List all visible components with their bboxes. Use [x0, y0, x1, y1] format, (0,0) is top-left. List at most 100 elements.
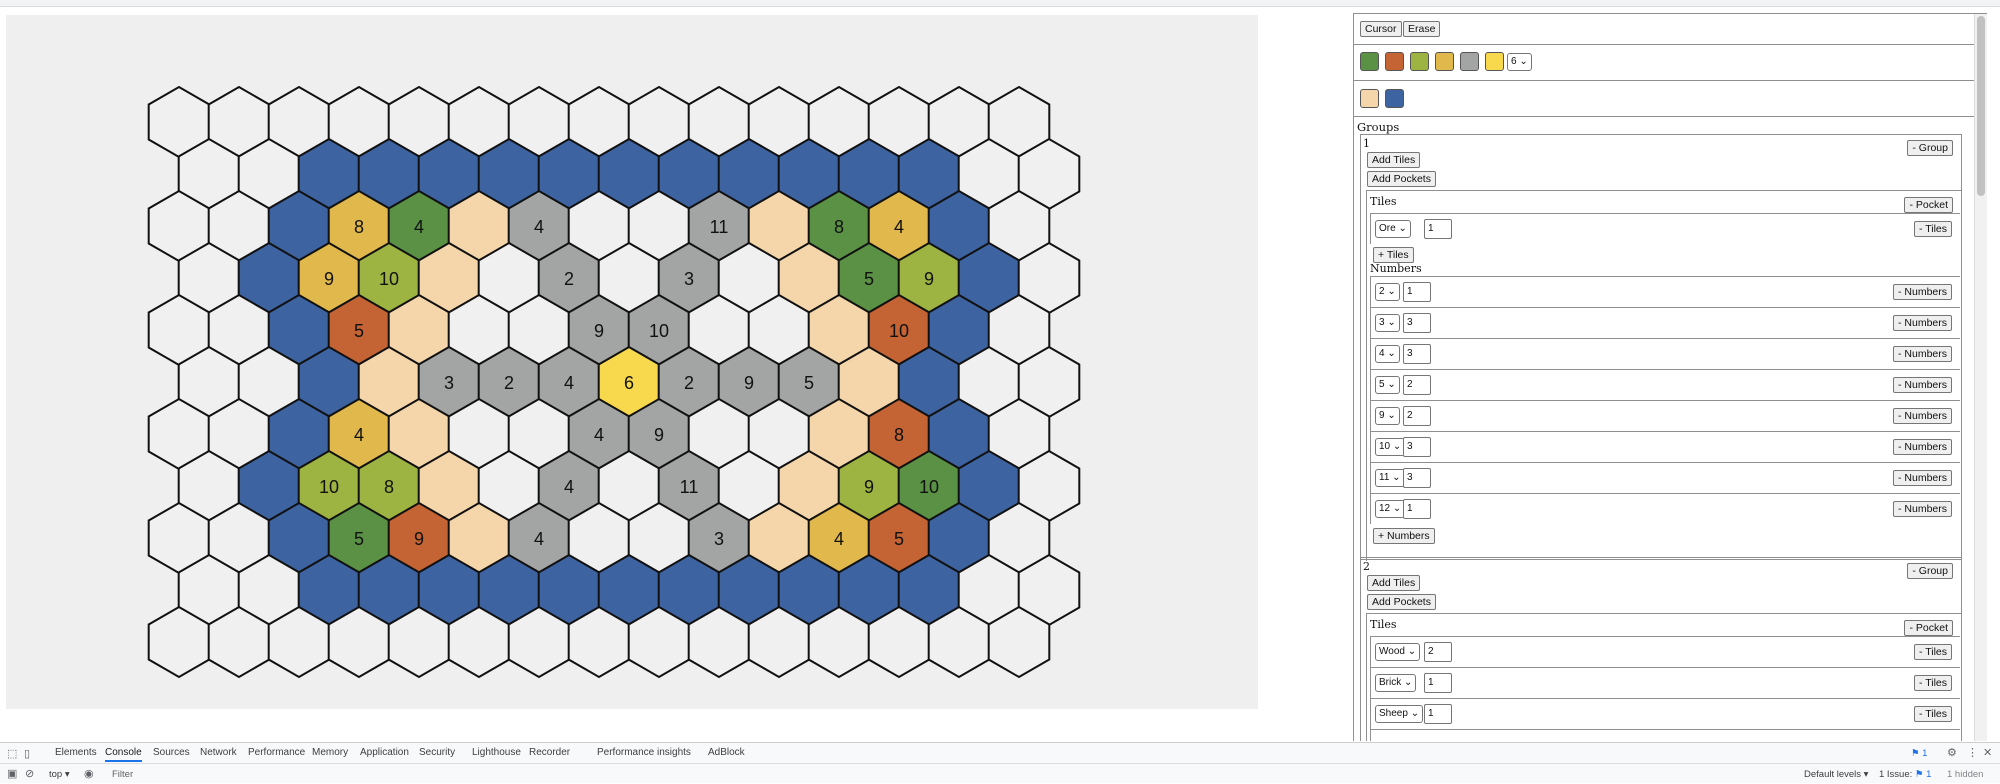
- hex-number-token: 5: [864, 269, 874, 289]
- log-levels-dropdown[interactable]: Default levels ▾: [1804, 769, 1868, 780]
- remove-numbers-button[interactable]: - Numbers: [1892, 408, 1952, 424]
- erase-button[interactable]: Erase: [1403, 21, 1441, 37]
- number-count-input[interactable]: 3: [1403, 468, 1431, 488]
- settings-icon[interactable]: ⚙: [1947, 747, 1957, 759]
- tile-type-select[interactable]: Sheep ⌄: [1375, 705, 1424, 723]
- hex-number-token: 9: [924, 269, 934, 289]
- devtools-tab-network[interactable]: Network: [200, 747, 237, 758]
- number-select[interactable]: 4 ⌄: [1375, 345, 1400, 363]
- add-tile-button[interactable]: + Tiles: [1373, 247, 1414, 263]
- tile-count-input[interactable]: 1: [1424, 704, 1452, 724]
- remove-numbers-button[interactable]: - Numbers: [1892, 501, 1952, 517]
- swatch-forest[interactable]: [1360, 52, 1379, 71]
- clear-console-icon[interactable]: ⊘: [25, 768, 34, 780]
- issues-counter[interactable]: 1 Issue: ⚑ 1: [1879, 769, 1931, 780]
- hex-number-token: 4: [564, 477, 574, 497]
- add-pockets-button[interactable]: Add Pockets: [1367, 594, 1436, 610]
- remove-numbers-button[interactable]: - Numbers: [1892, 284, 1952, 300]
- devtools-tab-console[interactable]: Console: [105, 747, 142, 762]
- swatch-sea[interactable]: [1385, 89, 1404, 108]
- devtools-tab-application[interactable]: Application: [360, 747, 409, 758]
- tile-count-input[interactable]: 1: [1424, 673, 1452, 693]
- remove-numbers-button[interactable]: - Numbers: [1892, 439, 1952, 455]
- swatch-wheat[interactable]: [1410, 52, 1429, 71]
- add-number-button[interactable]: + Numbers: [1373, 528, 1435, 544]
- hex-number-token: 5: [354, 529, 364, 549]
- console-filter-input[interactable]: Filter: [112, 769, 133, 780]
- devtools-tab-performance-insights[interactable]: Performance insights: [597, 747, 691, 758]
- palette-row-secondary: [1360, 89, 1410, 108]
- number-count-input[interactable]: 3: [1403, 313, 1431, 333]
- number-select[interactable]: 5 ⌄: [1375, 376, 1400, 394]
- remove-tiles-button[interactable]: - Tiles: [1913, 644, 1952, 660]
- hex-grid[interactable]: 8 4 4 11 8 4 9 10 2 3 5 9 5 9 10 10 3 2 4 6 2 9 5 4 4 9 8 10 8 4 11 9 10…: [6, 15, 1258, 709]
- remove-tiles-button[interactable]: - Tiles: [1913, 706, 1952, 722]
- hex-number-token: 5: [354, 321, 364, 341]
- remove-pocket-button[interactable]: - Pocket: [1904, 620, 1953, 636]
- remove-tiles-button[interactable]: - Tiles: [1913, 675, 1952, 691]
- devtools-tab-recorder[interactable]: Recorder: [529, 747, 570, 758]
- devtools-tab-performance[interactable]: Performance: [248, 747, 305, 758]
- number-count-input[interactable]: 3: [1403, 437, 1431, 457]
- tile-row: Wood ⌄ 2 - Tiles: [1370, 636, 1960, 667]
- remove-numbers-button[interactable]: - Numbers: [1892, 377, 1952, 393]
- devtools-tab-adblock[interactable]: AdBlock: [708, 747, 745, 758]
- swatch-brick[interactable]: [1385, 52, 1404, 71]
- eye-icon[interactable]: ◉: [84, 768, 94, 780]
- hex-number-token: 9: [864, 477, 874, 497]
- scrollbar-thumb[interactable]: [1977, 16, 1985, 196]
- hex-number-token: 4: [354, 425, 364, 445]
- number-select[interactable]: 11 ⌄: [1375, 469, 1405, 487]
- remove-tiles-button[interactable]: - Tiles: [1913, 221, 1952, 237]
- number-count-input[interactable]: 3: [1403, 344, 1431, 364]
- number-count-input[interactable]: 2: [1403, 375, 1431, 395]
- swatch-sheep[interactable]: [1435, 52, 1454, 71]
- tile-count-input[interactable]: 2: [1424, 642, 1452, 662]
- hex-number-token: 8: [834, 217, 844, 237]
- swatch-desert[interactable]: [1360, 89, 1379, 108]
- devtools-tab-sources[interactable]: Sources: [153, 747, 190, 758]
- number-count-input[interactable]: 1: [1403, 499, 1431, 519]
- add-tiles-button[interactable]: Add Tiles: [1367, 152, 1421, 168]
- devtools-tab-security[interactable]: Security: [419, 747, 455, 758]
- number-count-input[interactable]: 2: [1403, 406, 1431, 426]
- tile-row: Brick ⌄ 1 - Tiles: [1370, 667, 1960, 698]
- number-select[interactable]: 12 ⌄: [1375, 500, 1406, 518]
- tile-type-select[interactable]: Wood ⌄: [1375, 643, 1421, 661]
- inspect-element-icon[interactable]: ⬚: [7, 748, 17, 760]
- number-row: 4 ⌄ 3 - Numbers: [1370, 338, 1960, 369]
- remove-numbers-button[interactable]: - Numbers: [1892, 346, 1952, 362]
- tile-type-select[interactable]: Brick ⌄: [1375, 674, 1417, 692]
- number-select[interactable]: 3 ⌄: [1375, 314, 1400, 332]
- groups-section: Groups 1 - Group Add Tiles Add Pockets Tiles…: [1354, 117, 1987, 741]
- number-select[interactable]: 9 ⌄: [1375, 407, 1400, 425]
- devtools-tab-lighthouse[interactable]: Lighthouse: [472, 747, 521, 758]
- device-toolbar-icon[interactable]: ▯: [24, 748, 30, 760]
- remove-numbers-button[interactable]: - Numbers: [1892, 315, 1952, 331]
- more-options-icon[interactable]: ⋮: [1967, 747, 1978, 759]
- add-tiles-button[interactable]: Add Tiles: [1367, 575, 1421, 591]
- tile-type-select[interactable]: Ore ⌄: [1375, 220, 1411, 238]
- hex-board[interactable]: 8 4 4 11 8 4 9 10 2 3 5 9 5 9 10 10 3 2 4 6 2 9 5 4 4 9 8 10 8 4 11 9 10…: [6, 15, 1258, 709]
- swatch-gold[interactable]: [1485, 52, 1504, 71]
- remove-pocket-button[interactable]: - Pocket: [1904, 197, 1953, 213]
- close-devtools-icon[interactable]: ✕: [1983, 747, 1992, 759]
- add-pockets-button[interactable]: Add Pockets: [1367, 171, 1436, 187]
- sidebar-toggle-icon[interactable]: ▣: [7, 768, 17, 780]
- cursor-button[interactable]: Cursor: [1360, 21, 1402, 37]
- number-select[interactable]: 6 ⌄: [1507, 52, 1532, 71]
- devtools-tab-elements[interactable]: Elements: [55, 747, 97, 758]
- number-select[interactable]: 2 ⌄: [1375, 283, 1400, 301]
- devtools-tab-memory[interactable]: Memory: [312, 747, 348, 758]
- hex-number-token: 3: [684, 269, 694, 289]
- tile-count-input[interactable]: 1: [1424, 219, 1452, 239]
- issues-badge[interactable]: ⚑ 1: [1911, 748, 1927, 759]
- number-select[interactable]: 10 ⌄: [1375, 438, 1406, 456]
- remove-group-button[interactable]: - Group: [1907, 140, 1953, 156]
- number-count-input[interactable]: 1: [1403, 282, 1431, 302]
- panel-scrollbar[interactable]: [1974, 14, 1987, 741]
- remove-numbers-button[interactable]: - Numbers: [1892, 470, 1952, 486]
- swatch-ore[interactable]: [1460, 52, 1479, 71]
- context-selector[interactable]: top ▾: [49, 769, 70, 780]
- remove-group-button[interactable]: - Group: [1907, 563, 1953, 579]
